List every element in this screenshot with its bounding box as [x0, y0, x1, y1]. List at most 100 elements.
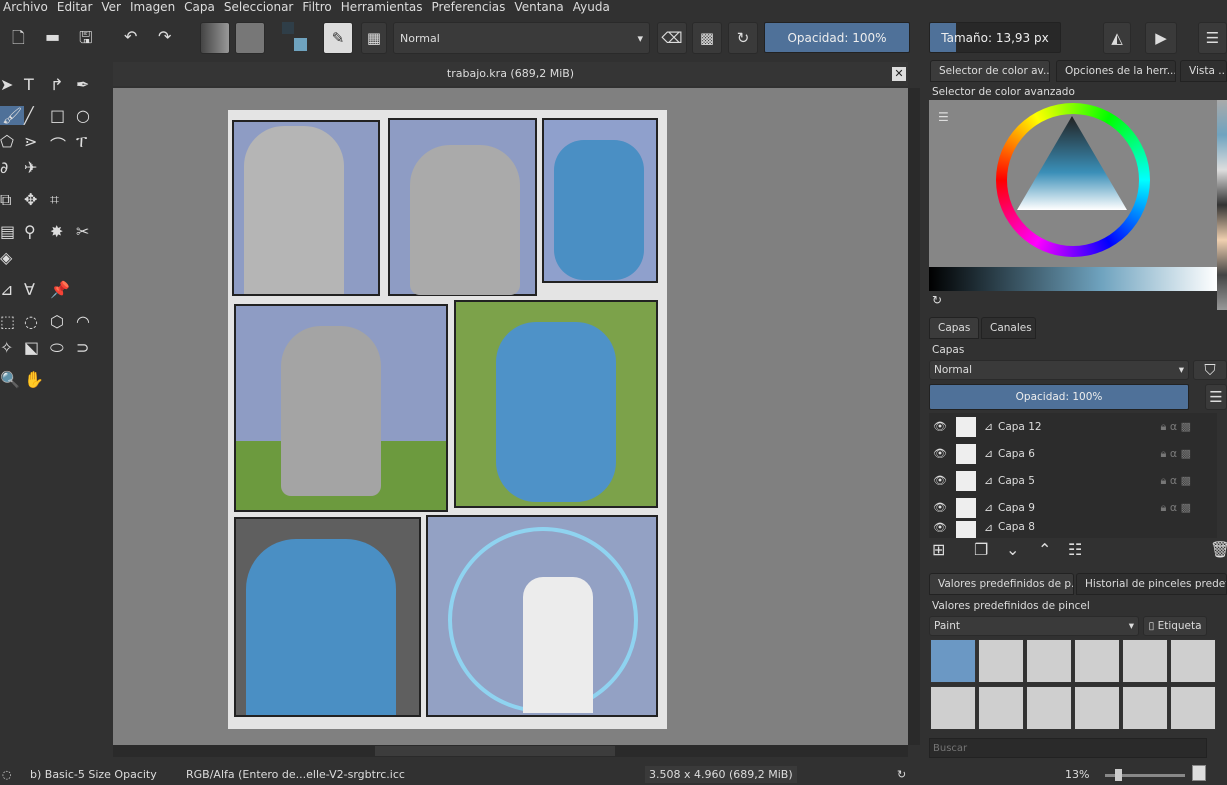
lock-icon[interactable]: 🔒︎ α ▩ — [1161, 501, 1192, 515]
color-swatches[interactable] — [1217, 100, 1227, 310]
mirror-vertical-button[interactable]: ▶ — [1145, 22, 1177, 54]
preserve-alpha-button[interactable]: ▩ — [692, 22, 722, 54]
menu-ayuda[interactable]: Ayuda — [570, 0, 616, 15]
duplicate-layer-icon[interactable]: ❐ — [974, 540, 988, 559]
calligraphy-icon[interactable]: ✒ — [76, 75, 89, 94]
tab-brush-history[interactable]: Historial de pinceles predefin... — [1076, 573, 1227, 595]
move-tool-icon[interactable]: ✥ — [24, 190, 37, 209]
blend-mode-select[interactable]: Normal ▾ — [393, 22, 650, 54]
brush-preset[interactable] — [978, 639, 1024, 683]
eye-icon[interactable]: 👁 — [929, 501, 951, 514]
close-document-icon[interactable]: ✕ — [892, 67, 906, 81]
opacity-slider[interactable]: Opacidad: 100% — [764, 22, 910, 53]
canvas-only-icon[interactable] — [1192, 765, 1206, 781]
smart-patch-icon[interactable]: ✸ — [50, 222, 63, 241]
brush-preset[interactable] — [930, 686, 976, 730]
tab-color-selector[interactable]: Selector de color av... — [930, 60, 1050, 82]
transform-tool-icon[interactable]: ⧉ — [0, 190, 11, 210]
layer-row[interactable]: 👁 ⊿ Capa 9 🔒︎ α ▩ — [929, 494, 1191, 521]
eye-icon[interactable]: 👁 — [929, 420, 951, 433]
undo-icon[interactable]: ↶ — [124, 27, 137, 46]
refresh-icon[interactable]: ↻ — [932, 293, 942, 307]
brush-preset[interactable] — [930, 639, 976, 683]
status-dimensions[interactable]: 3.508 x 4.960 (689,2 MiB) — [645, 766, 797, 783]
pan-tool-icon[interactable]: ✋ — [24, 370, 44, 389]
menu-filtro[interactable]: Filtro — [299, 0, 337, 15]
background-color-swatch[interactable] — [294, 38, 307, 51]
layer-blend-select[interactable]: Normal ▾ — [929, 360, 1189, 380]
rotation-icon[interactable]: ↻ — [897, 768, 906, 781]
brush-preset[interactable] — [1074, 639, 1120, 683]
menu-preferencias[interactable]: Preferencias — [429, 0, 512, 15]
new-document-icon[interactable]: 🗋 — [12, 27, 25, 54]
vertical-scrollbar[interactable] — [908, 88, 920, 745]
foreground-color-swatch[interactable] — [282, 22, 294, 34]
horizontal-scrollbar[interactable] — [113, 745, 908, 757]
menu-editar[interactable]: Editar — [54, 0, 99, 15]
dynamic-brush-icon[interactable]: ∂ — [0, 158, 8, 177]
tab-channels[interactable]: Canales — [981, 317, 1036, 339]
reference-tool-icon[interactable]: 📌 — [50, 280, 70, 299]
contiguous-select-icon[interactable]: ✧ — [0, 338, 13, 357]
move-up-icon[interactable]: ⌃ — [1038, 540, 1051, 559]
workspace-button[interactable]: ▦ — [361, 22, 387, 54]
layer-properties-icon[interactable]: ☷ — [1068, 540, 1082, 559]
brush-preset[interactable] — [1026, 686, 1072, 730]
polyline-tool-icon[interactable]: ⋗ — [24, 132, 37, 151]
bezier-select-icon[interactable]: ⬭ — [50, 338, 64, 358]
brush-preset[interactable] — [1170, 686, 1216, 730]
freehand-brush-icon[interactable]: 🖌 — [0, 106, 25, 125]
similar-select-icon[interactable]: ⬕ — [24, 338, 39, 357]
menu-capa[interactable]: Capa — [181, 0, 221, 15]
brush-preset[interactable] — [1122, 639, 1168, 683]
eye-icon[interactable]: 👁 — [929, 474, 951, 487]
freehand-path-icon[interactable]: ፐ — [76, 132, 87, 152]
gradient-selector-button[interactable] — [200, 22, 230, 54]
ellipse-tool-icon[interactable]: ○ — [76, 106, 90, 125]
move-down-icon[interactable]: ⌄ — [1006, 540, 1019, 559]
settings-icon[interactable]: ☰ — [938, 110, 949, 124]
color-history-bar[interactable] — [929, 267, 1217, 291]
ellipse-select-icon[interactable]: ◌ — [24, 312, 38, 331]
tag-button[interactable]: ▯ Etiqueta — [1143, 616, 1207, 636]
layer-filter-button[interactable]: ⛉ — [1193, 360, 1227, 380]
size-slider[interactable]: Tamaño: 13,93 px — [929, 22, 1061, 53]
edit-shapes-icon[interactable]: ↱ — [50, 75, 63, 94]
assistant-tool-icon[interactable]: ∀ — [24, 280, 35, 299]
assistant-icon[interactable]: ✂ — [76, 222, 89, 241]
menu-archivo[interactable]: Archivo — [0, 0, 54, 15]
multibrush-icon[interactable]: ✈ — [24, 158, 37, 177]
magnetic-select-icon[interactable]: ⊃ — [76, 338, 89, 357]
mirror-horizontal-button[interactable]: ◭ — [1103, 22, 1131, 54]
color-selector-area[interactable]: ☰ — [929, 100, 1217, 291]
brush-preset[interactable] — [978, 686, 1024, 730]
line-tool-icon[interactable]: ╱ — [24, 106, 34, 125]
lock-icon[interactable]: 🔒︎ α ▩ — [1161, 420, 1192, 434]
layer-properties-button[interactable]: ☰ — [1205, 384, 1227, 410]
polygon-tool-icon[interactable]: ⬠ — [0, 132, 14, 151]
menu-seleccionar[interactable]: Seleccionar — [221, 0, 299, 15]
rectangle-tool-icon[interactable]: □ — [50, 106, 65, 125]
tab-brush-presets[interactable]: Valores predefinidos de p... — [929, 573, 1074, 595]
menu-herramientas[interactable]: Herramientas — [338, 0, 429, 15]
select-shapes-icon[interactable]: ➤ — [0, 75, 13, 94]
redo-icon[interactable]: ↷ — [158, 27, 171, 46]
gradient-tool-icon[interactable]: ▤ — [0, 222, 15, 241]
text-tool-icon[interactable]: T — [24, 75, 34, 94]
layer-row[interactable]: 👁 ⊿ Capa 5 🔒︎ α ▩ — [929, 467, 1191, 494]
eye-icon[interactable]: 👁 — [929, 521, 951, 534]
lock-icon[interactable]: 🔒︎ α ▩ — [1161, 447, 1192, 461]
tab-overview[interactable]: Vista ... — [1180, 60, 1227, 82]
brush-preset-button[interactable]: ✎ — [323, 22, 353, 54]
settings-menu-button[interactable]: ☰ — [1198, 22, 1227, 54]
layer-opacity-slider[interactable]: Opacidad: 100% — [929, 384, 1189, 410]
tab-tool-options[interactable]: Opciones de la herr... — [1056, 60, 1176, 82]
reload-preset-button[interactable]: ↻ — [728, 22, 758, 54]
eye-icon[interactable]: 👁 — [929, 447, 951, 460]
menu-ver[interactable]: Ver — [98, 0, 127, 15]
brush-preset[interactable] — [1170, 639, 1216, 683]
open-folder-icon[interactable]: ▬ — [45, 27, 60, 46]
zoom-tool-icon[interactable]: 🔍 — [0, 370, 20, 389]
polygon-select-icon[interactable]: ⬡ — [50, 312, 64, 331]
delete-layer-icon[interactable]: 🗑 — [1210, 540, 1227, 559]
